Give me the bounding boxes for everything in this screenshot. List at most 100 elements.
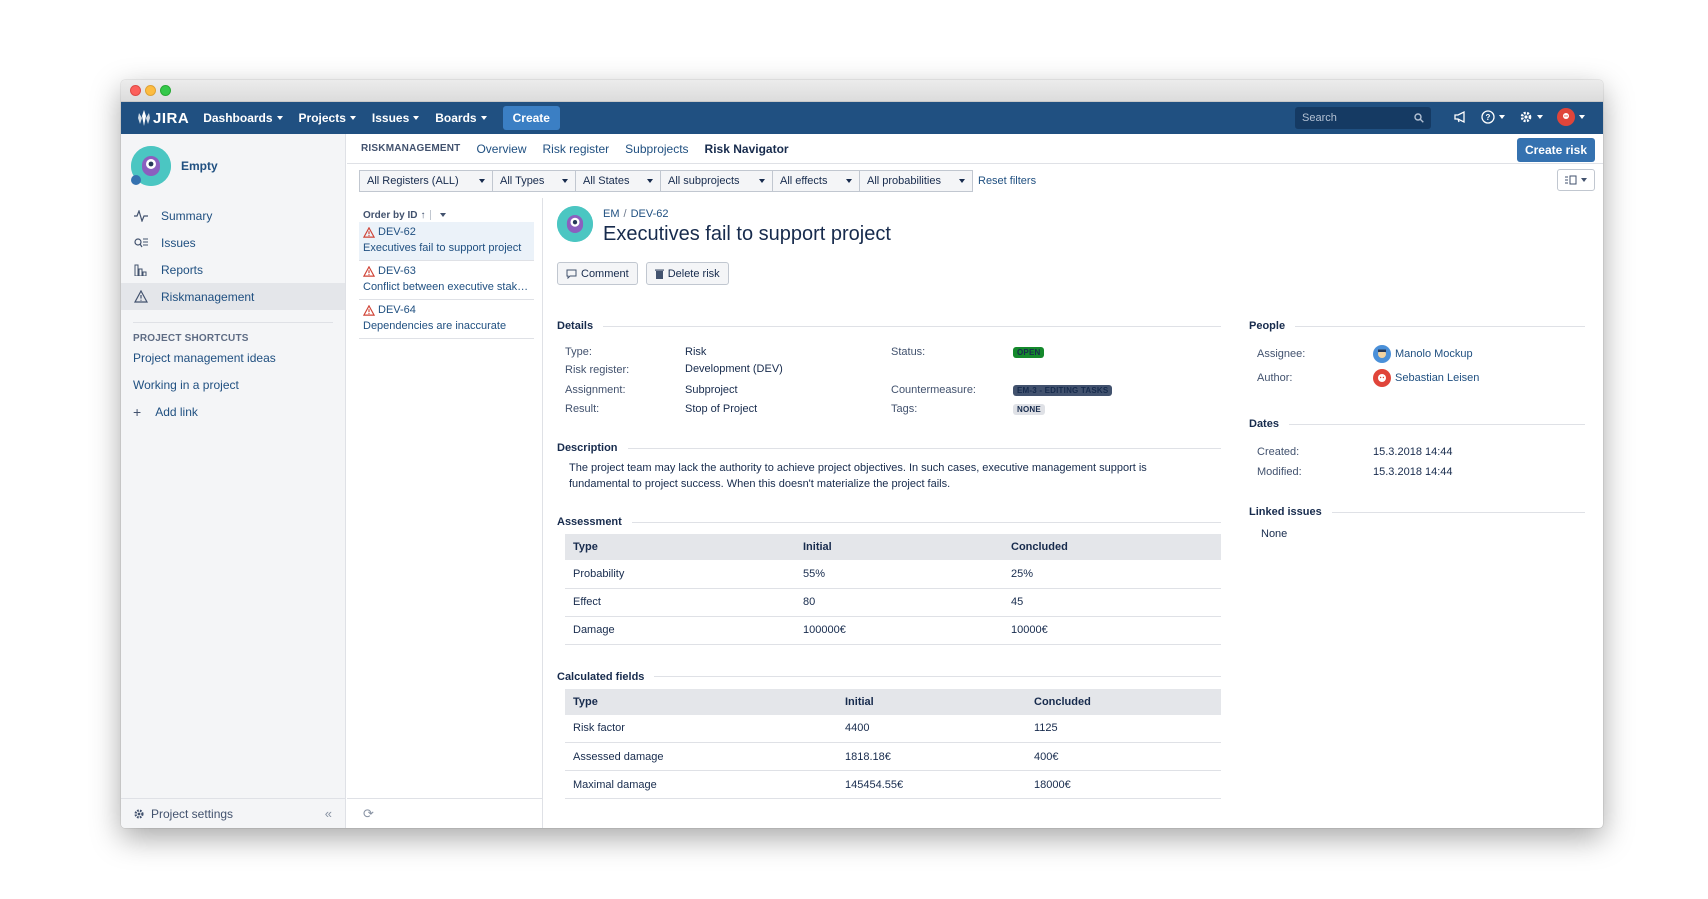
sidebar-item-reports[interactable]: Reports [121,256,345,283]
avatar [1373,345,1391,363]
chevron-down-icon [647,179,653,183]
assignee-value[interactable]: Manolo Mockup [1373,345,1473,363]
table-cell: 45 [1003,588,1221,617]
author-value[interactable]: Sebastian Leisen [1373,369,1479,387]
chevron-down-icon [1581,178,1587,182]
comment-button[interactable]: Comment [557,262,638,285]
list-item[interactable]: DEV-64 Dependencies are inaccurate [359,300,534,339]
minimize-window-button[interactable] [145,85,156,96]
result-label: Result: [565,403,600,415]
list-footer: ⟳ [347,798,542,828]
table-row: Assessed damage 1818.18€ 400€ [565,742,1221,771]
filter-states[interactable]: All States [575,170,661,192]
assignment-label: Assignment: [565,384,626,396]
comment-label: Comment [581,267,629,280]
countermeasure-badge[interactable]: EM-3 - EDITING TASKS [1013,385,1113,396]
author-label: Author: [1257,372,1293,384]
page-title: Executives fail to support project [603,223,891,245]
delete-risk-button[interactable]: Delete risk [645,262,729,285]
layout-icon [1565,175,1577,185]
sidebar-item-issues[interactable]: Issues [121,229,345,256]
subnav-overview[interactable]: Overview [476,142,526,156]
megaphone-icon[interactable] [1453,110,1467,124]
project-avatar [557,206,593,242]
search-placeholder: Search [1302,112,1337,124]
help-icon[interactable]: ? [1481,110,1505,124]
refresh-icon[interactable]: ⟳ [363,806,374,822]
filter-label: All effects [780,175,828,187]
sidebar-item-riskmanagement[interactable]: Riskmanagement [121,283,345,310]
column-header: Initial [837,688,1026,715]
delete-risk-label: Delete risk [667,267,720,280]
table-row: Probability 55% 25% [565,560,1221,589]
gear-icon[interactable] [1519,110,1543,124]
sidebar-item-label: Summary [161,208,213,223]
list-item[interactable]: DEV-62 Executives fail to support projec… [359,222,534,261]
sidebar-item-summary[interactable]: Summary [121,202,345,229]
jira-logo[interactable]: JIRA [137,110,189,127]
chevron-down-icon [413,116,420,120]
filter-effects[interactable]: All effects [772,170,860,192]
nav-issues-label: Issues [371,111,410,125]
sidebar-nav: Summary Issues Reports Riskmanagement [121,202,345,310]
table-cell: 10000€ [1003,616,1221,645]
layout-toggle-button[interactable] [1557,169,1595,191]
create-risk-button[interactable]: Create risk [1516,138,1595,162]
collapse-sidebar-icon[interactable]: « [325,806,332,821]
table-cell: Risk factor [565,714,837,743]
table-row: Risk factor 4400 1125 [565,714,1221,743]
filter-types[interactable]: All Types [492,170,576,192]
shortcut-link[interactable]: Working in a project [121,371,345,398]
breadcrumb-separator: / [623,208,627,220]
table-cell: Probability [565,560,795,589]
close-window-button[interactable] [130,85,141,96]
avatar [1373,369,1391,387]
detail-header: EM / DEV-62 Executives fail to support pro… [557,206,1217,246]
subnav-subprojects[interactable]: Subprojects [625,142,688,156]
created-value: 15.3.2018 14:44 [1373,446,1453,458]
filter-label: All Registers (ALL) [367,175,459,187]
calculated-fields-heading: Calculated fields [557,671,1221,683]
chevron-down-icon [1579,115,1585,119]
search-input[interactable]: Search [1295,107,1431,129]
list-item[interactable]: DEV-63 Conflict between executive stake.… [359,261,534,300]
top-navigation: JIRA Dashboards Projects Issues Boards C… [121,102,1603,134]
breadcrumb-issue[interactable]: DEV-62 [631,208,669,220]
filter-subprojects[interactable]: All subprojects [660,170,773,192]
filter-label: All States [583,175,630,187]
left-column: Details Type: Risk Risk register: Develo… [557,320,1221,799]
risk-subnav: RISKMANAGEMENT Overview Risk register Su… [347,134,1603,164]
order-by-control[interactable]: Order by ID ↑ [347,198,542,222]
warning-icon [133,290,149,303]
subnav-risk-register[interactable]: Risk register [542,142,609,156]
nav-dashboards[interactable]: Dashboards [203,111,283,125]
nav-projects[interactable]: Projects [299,111,356,125]
right-column: People Assignee: Manolo Mockup Author: S… [1249,320,1585,540]
filter-probabilities[interactable]: All probabilities [859,170,973,192]
nav-icon-group: ? [1453,108,1585,126]
table-row: Damage 100000€ 10000€ [565,616,1221,645]
filter-label: All subprojects [668,175,740,187]
chevron-down-icon [1537,115,1543,119]
nav-issues[interactable]: Issues [371,111,420,125]
chevron-down-icon [1499,115,1505,119]
project-settings-button[interactable]: Project settings « [121,798,346,828]
breadcrumb-project[interactable]: EM [603,208,620,220]
add-link-button[interactable]: + Add link [121,398,345,426]
create-button[interactable]: Create [502,106,560,130]
nav-boards[interactable]: Boards [435,111,487,125]
maximize-window-button[interactable] [160,85,171,96]
shortcut-link[interactable]: Project management ideas [121,344,345,371]
sort-arrow-up-icon: ↑ [420,209,426,221]
linked-issues-heading: Linked issues [1249,506,1585,518]
project-name: Empty [181,159,218,173]
nav-projects-label: Projects [298,111,346,125]
subnav-risk-navigator[interactable]: Risk Navigator [705,142,789,156]
filter-registers[interactable]: All Registers (ALL) [359,170,493,192]
reset-filters-link[interactable]: Reset filters [978,175,1036,187]
filter-label: All probabilities [867,175,941,187]
user-menu[interactable] [1557,108,1585,126]
risk-summary: Dependencies are inaccurate [363,320,507,332]
project-header[interactable]: Empty [121,134,345,198]
table-cell: 145454.55€ [837,770,1026,799]
